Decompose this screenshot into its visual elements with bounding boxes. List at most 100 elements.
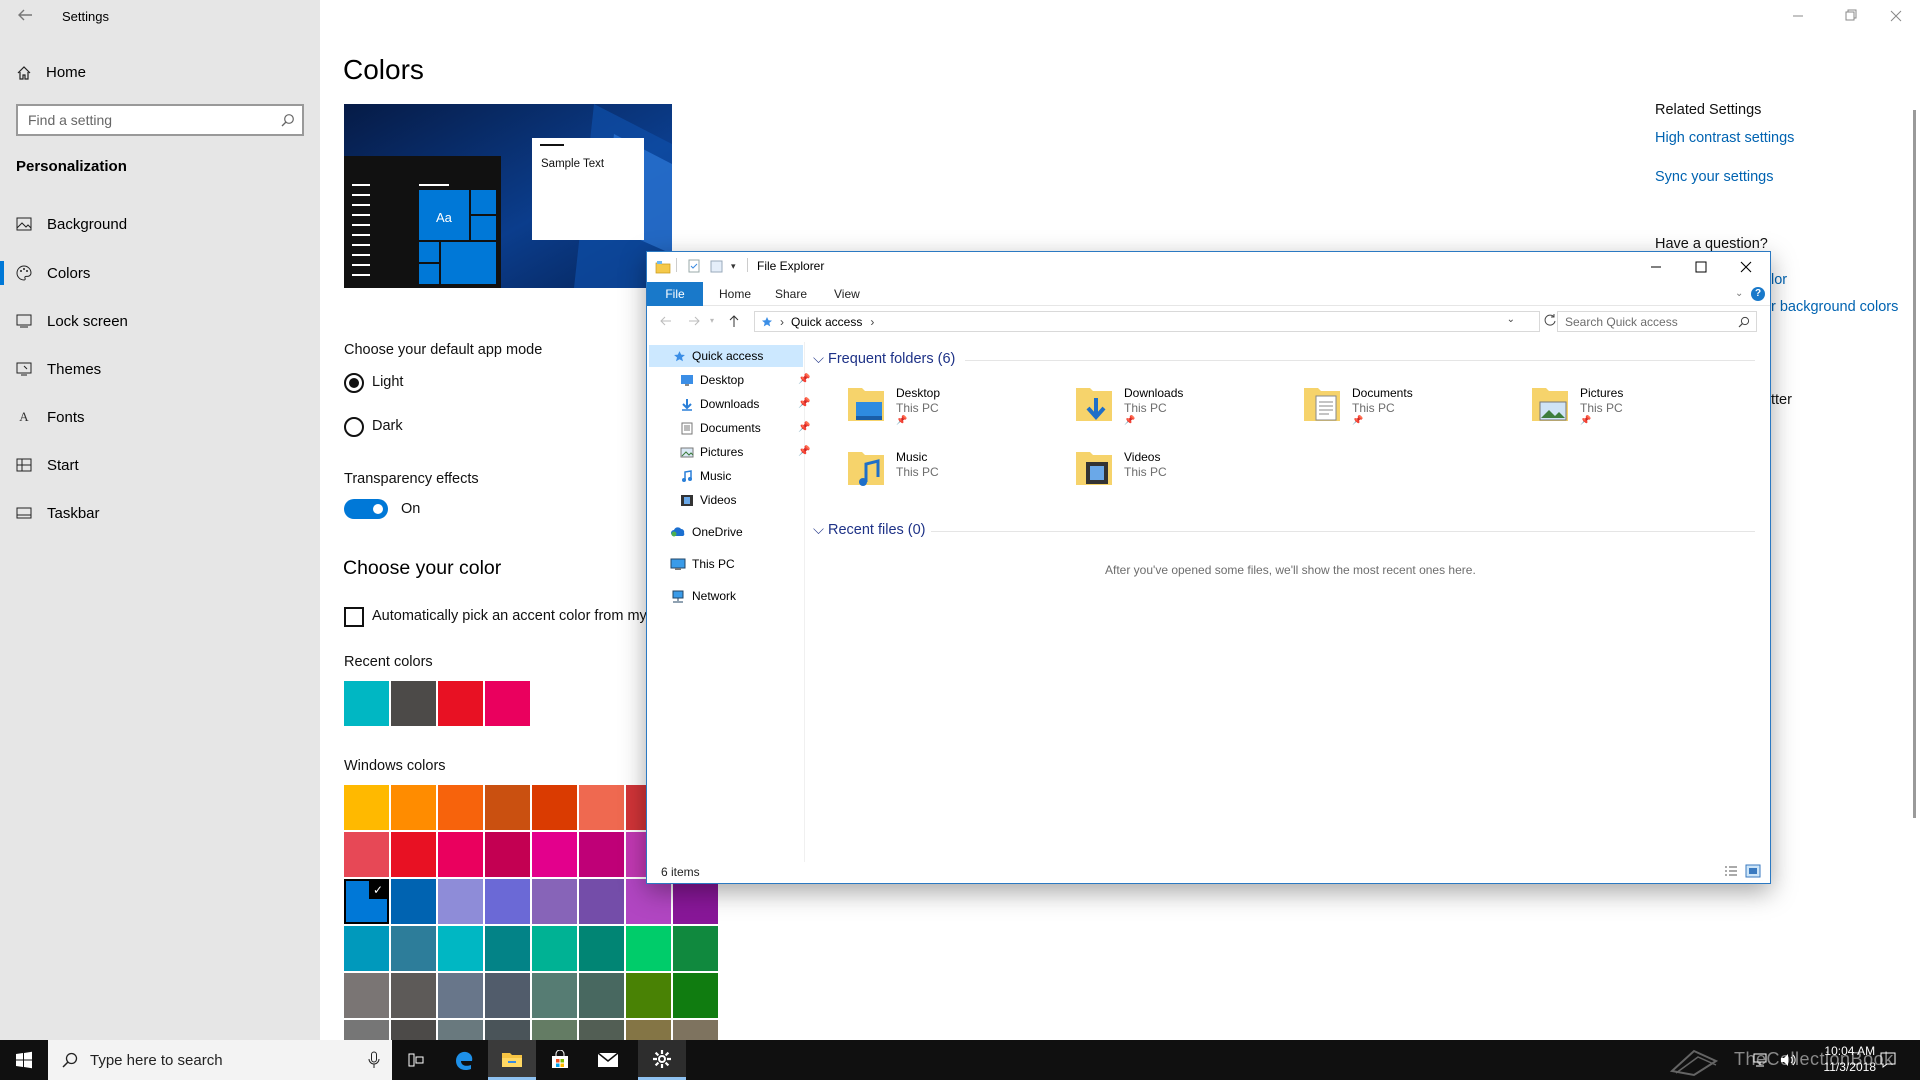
settings-restore-button[interactable] bbox=[1841, 8, 1861, 24]
properties-icon[interactable] bbox=[688, 259, 700, 273]
windows-color-swatch[interactable] bbox=[438, 973, 483, 1018]
nav-this-pc[interactable]: This PC bbox=[670, 553, 735, 575]
tab-home[interactable]: Home bbox=[709, 282, 761, 306]
pin-icon[interactable]: 📌 bbox=[798, 446, 810, 457]
windows-color-swatch[interactable] bbox=[438, 785, 483, 830]
frequent-folders-heading[interactable]: ⌵ Frequent folders (6) bbox=[813, 351, 955, 367]
windows-color-swatch[interactable] bbox=[673, 879, 718, 924]
windows-color-swatch[interactable] bbox=[485, 926, 530, 971]
nav-quick-access[interactable]: Quick access bbox=[673, 345, 763, 367]
high-contrast-link[interactable]: High contrast settings bbox=[1655, 130, 1794, 146]
windows-color-swatch[interactable]: ✓ bbox=[344, 879, 389, 924]
windows-color-swatch[interactable] bbox=[626, 1020, 671, 1040]
windows-color-swatch[interactable] bbox=[532, 1020, 577, 1040]
recent-color-swatch[interactable] bbox=[485, 681, 530, 726]
tab-view[interactable]: View bbox=[824, 282, 870, 306]
sync-settings-link[interactable]: Sync your settings bbox=[1655, 169, 1773, 185]
recent-files-heading[interactable]: ⌵ Recent files (0) bbox=[813, 522, 926, 538]
pin-icon[interactable]: 📌 bbox=[798, 422, 810, 433]
minimize-button[interactable] bbox=[1633, 254, 1678, 280]
windows-color-swatch[interactable] bbox=[485, 832, 530, 877]
help-link-partial[interactable]: lor bbox=[1771, 272, 1787, 288]
forward-icon[interactable] bbox=[687, 314, 701, 328]
nav-item-taskbar[interactable]: Taskbar bbox=[16, 501, 100, 525]
windows-color-swatch[interactable] bbox=[344, 1020, 389, 1040]
nav-onedrive[interactable]: OneDrive bbox=[670, 521, 743, 543]
refresh-icon[interactable] bbox=[1543, 313, 1557, 327]
windows-color-swatch[interactable] bbox=[391, 879, 436, 924]
windows-color-swatch[interactable] bbox=[532, 973, 577, 1018]
nav-item-lock-screen[interactable]: Lock screen bbox=[16, 309, 128, 333]
mail-icon[interactable] bbox=[584, 1040, 632, 1080]
nav-desktop[interactable]: Desktop 📌 bbox=[680, 369, 838, 391]
address-dropdown-icon[interactable]: ⌄ bbox=[1507, 314, 1515, 325]
large-icons-view-icon[interactable] bbox=[1745, 864, 1761, 878]
windows-color-swatch[interactable] bbox=[344, 785, 389, 830]
search-icon[interactable] bbox=[1738, 316, 1750, 328]
new-folder-icon[interactable] bbox=[710, 259, 723, 273]
windows-color-swatch[interactable] bbox=[532, 832, 577, 877]
windows-color-swatch[interactable] bbox=[579, 1020, 624, 1040]
windows-color-swatch[interactable] bbox=[579, 926, 624, 971]
windows-color-swatch[interactable] bbox=[485, 879, 530, 924]
windows-color-swatch[interactable] bbox=[391, 1020, 436, 1040]
settings-minimize-button[interactable] bbox=[1788, 8, 1808, 24]
windows-color-swatch[interactable] bbox=[485, 973, 530, 1018]
windows-color-swatch[interactable] bbox=[532, 926, 577, 971]
close-button[interactable] bbox=[1723, 254, 1768, 280]
windows-color-swatch[interactable] bbox=[485, 785, 530, 830]
taskbar-clock[interactable]: 10:04 AM 11/3/2018 bbox=[1824, 1043, 1877, 1075]
folder-tile-desktop[interactable]: Desktop This PC 📌 bbox=[846, 382, 1066, 428]
background-colors-link-partial[interactable]: r background colors bbox=[1771, 299, 1898, 315]
nav-pictures[interactable]: Pictures 📌 bbox=[680, 441, 838, 463]
pin-icon[interactable]: 📌 bbox=[798, 398, 810, 409]
recent-color-swatch[interactable] bbox=[344, 681, 389, 726]
volume-icon[interactable] bbox=[1780, 1052, 1798, 1068]
nav-videos[interactable]: Videos bbox=[680, 489, 736, 511]
windows-color-swatch[interactable] bbox=[532, 785, 577, 830]
windows-color-swatch[interactable] bbox=[485, 1020, 530, 1040]
tab-share[interactable]: Share bbox=[765, 282, 817, 306]
microphone-icon[interactable] bbox=[368, 1051, 380, 1069]
find-setting-input[interactable]: Find a setting bbox=[16, 104, 304, 136]
nav-downloads[interactable]: Downloads 📌 bbox=[680, 393, 838, 415]
recent-locations-icon[interactable]: ▾ bbox=[710, 316, 714, 325]
nav-item-themes[interactable]: Themes bbox=[16, 357, 101, 381]
folder-tile-pictures[interactable]: Pictures This PC 📌 bbox=[1530, 382, 1750, 428]
nav-item-colors[interactable]: Colors bbox=[16, 261, 90, 285]
address-bar[interactable]: › Quick access › ⌄ bbox=[754, 311, 1540, 332]
windows-color-swatch[interactable] bbox=[673, 1020, 718, 1040]
recent-color-swatch[interactable] bbox=[438, 681, 483, 726]
windows-color-swatch[interactable] bbox=[391, 785, 436, 830]
windows-color-swatch[interactable] bbox=[579, 973, 624, 1018]
nav-music[interactable]: Music bbox=[680, 465, 731, 487]
windows-color-swatch[interactable] bbox=[391, 973, 436, 1018]
windows-color-swatch[interactable] bbox=[626, 879, 671, 924]
windows-color-swatch[interactable] bbox=[579, 785, 624, 830]
nav-network[interactable]: Network bbox=[670, 585, 736, 607]
pin-icon[interactable]: 📌 bbox=[798, 374, 810, 385]
folder-tile-videos[interactable]: Videos This PC bbox=[1074, 446, 1294, 492]
start-button[interactable] bbox=[0, 1040, 48, 1080]
windows-color-swatch[interactable] bbox=[626, 973, 671, 1018]
action-center-icon[interactable] bbox=[1879, 1051, 1897, 1069]
windows-color-swatch[interactable] bbox=[673, 926, 718, 971]
transparency-toggle[interactable] bbox=[344, 499, 388, 519]
folder-tile-downloads[interactable]: Downloads This PC 📌 bbox=[1074, 382, 1294, 428]
windows-color-swatch[interactable] bbox=[438, 926, 483, 971]
nav-item-background[interactable]: Background bbox=[16, 212, 127, 236]
windows-color-swatch[interactable] bbox=[438, 1020, 483, 1040]
settings-taskbar-icon[interactable] bbox=[638, 1040, 686, 1080]
search-icon[interactable] bbox=[281, 113, 295, 127]
file-explorer-taskbar-icon[interactable] bbox=[488, 1040, 536, 1080]
edge-browser-icon[interactable] bbox=[440, 1040, 488, 1080]
details-view-icon[interactable] bbox=[1723, 864, 1739, 878]
back-icon[interactable] bbox=[659, 314, 673, 328]
network-tray-icon[interactable] bbox=[1752, 1052, 1768, 1068]
folder-tile-documents[interactable]: Documents This PC 📌 bbox=[1302, 382, 1522, 428]
auto-accent-checkbox[interactable] bbox=[344, 607, 364, 627]
dark-radio[interactable] bbox=[344, 417, 364, 437]
home-nav-item[interactable]: Home bbox=[16, 64, 86, 81]
windows-color-swatch[interactable] bbox=[626, 926, 671, 971]
windows-color-swatch[interactable] bbox=[438, 879, 483, 924]
